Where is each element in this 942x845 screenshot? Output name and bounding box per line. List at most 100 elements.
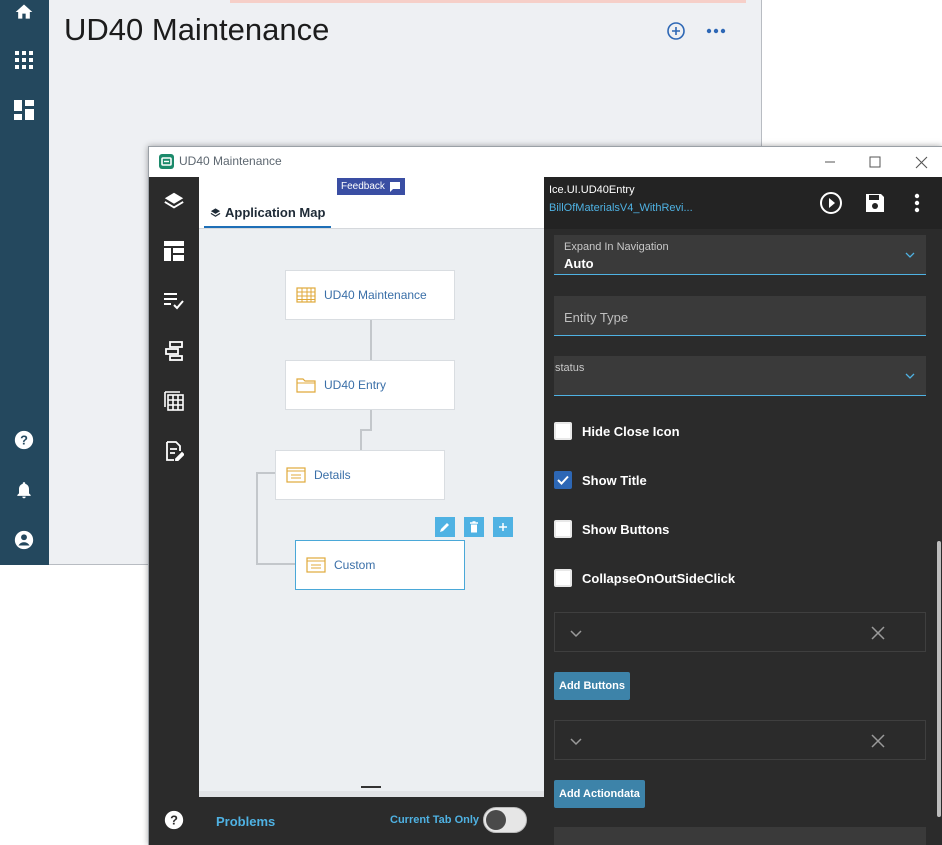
checkbox-label: Show Buttons (582, 521, 670, 537)
checklist-icon[interactable] (162, 289, 186, 313)
minimize-icon[interactable] (820, 152, 840, 172)
window-title: UD40 Maintenance (179, 154, 282, 168)
collapse-on-outside-click-checkbox[interactable]: CollapseOnOutSideClick (554, 569, 735, 587)
node-label: UD40 Entry (324, 378, 387, 392)
layout-icon[interactable] (162, 239, 186, 263)
field-label: Expand In Navigation (564, 241, 669, 253)
save-icon[interactable] (862, 190, 888, 216)
checkbox-label: Show Title (582, 472, 647, 488)
checkbox-box[interactable] (554, 422, 572, 440)
add-icon[interactable] (493, 517, 513, 537)
designer-window: UD40 Maintenance ? Feedback Application … (148, 146, 942, 845)
node-details[interactable]: Details (275, 450, 445, 500)
show-title-checkbox[interactable]: Show Title (554, 471, 647, 489)
connector (256, 563, 298, 565)
dataflow-icon[interactable] (162, 339, 186, 363)
current-tab-only-toggle[interactable] (483, 807, 527, 833)
comment-icon (389, 182, 400, 192)
chevron-down-icon (905, 252, 915, 258)
maximize-icon[interactable] (865, 152, 885, 172)
node-label: Details (314, 468, 351, 482)
chevron-down-icon (905, 373, 915, 379)
feedback-button[interactable]: Feedback (337, 178, 405, 195)
more-horizontal-icon[interactable] (705, 20, 727, 42)
add-buttons-button[interactable]: Add Buttons (554, 672, 630, 700)
node-ud40-entry[interactable]: UD40 Entry (285, 360, 455, 410)
node-label: Custom (334, 558, 376, 572)
folder-icon (296, 378, 316, 393)
edit-icon[interactable] (435, 517, 455, 537)
chevron-down-icon[interactable] (569, 734, 583, 748)
page-title: UD40 Maintenance (64, 12, 330, 47)
resize-handle[interactable] (361, 786, 381, 788)
checkbox-box[interactable] (554, 471, 572, 489)
close-icon[interactable] (911, 152, 931, 172)
window-titlebar: UD40 Maintenance (149, 147, 942, 177)
edit-document-icon[interactable] (162, 439, 186, 463)
check-icon (557, 475, 569, 485)
properties-scrollbar[interactable] (937, 541, 941, 817)
run-icon[interactable] (818, 190, 844, 216)
component-id: Ice.UI.UD40Entry (549, 184, 635, 196)
tab-application-map[interactable]: Application Map (204, 199, 332, 228)
node-ud40-maintenance[interactable]: UD40 Maintenance (285, 270, 455, 320)
apps-grid-icon[interactable] (12, 48, 36, 72)
map-header: Feedback Application Map (199, 177, 544, 229)
field-placeholder: Entity Type (564, 310, 629, 325)
more-vertical-icon[interactable] (904, 190, 930, 216)
delete-icon[interactable] (464, 517, 484, 537)
expand-in-navigation-select[interactable]: Expand In Navigation Auto (554, 235, 926, 275)
background-banner (230, 0, 746, 3)
layer-link[interactable]: BillOfMaterialsV4_WithRevi... (549, 202, 693, 214)
properties-panel: Ice.UI.UD40Entry BillOfMaterialsV4_WithR… (544, 177, 942, 845)
add-actiondata-button[interactable]: Add Actiondata (554, 780, 645, 808)
checkbox-box[interactable] (554, 520, 572, 538)
layers-icon[interactable] (162, 189, 186, 213)
checkbox-label: CollapseOnOutSideClick (582, 570, 736, 586)
buttons-list-row (554, 612, 926, 652)
app-logo-icon (159, 154, 174, 169)
entity-type-field[interactable]: Entity Type (554, 296, 926, 336)
application-map-panel: Feedback Application Map UD40 Maintenanc… (199, 177, 544, 845)
hide-close-icon-checkbox[interactable]: Hide Close Icon (554, 422, 680, 440)
field-value: Auto (564, 256, 594, 271)
next-field[interactable] (554, 827, 926, 845)
account-icon[interactable] (12, 528, 36, 552)
field-label: status (555, 362, 585, 374)
current-tab-only-label: Current Tab Only (390, 814, 480, 826)
toggle-knob (486, 810, 506, 830)
svg-text:?: ? (20, 433, 28, 448)
problems-bar: Problems Current Tab Only (199, 791, 544, 845)
connector (360, 429, 362, 451)
table-icon (296, 287, 316, 303)
status-select[interactable]: status (554, 356, 926, 396)
show-buttons-checkbox[interactable]: Show Buttons (554, 520, 669, 538)
layers-icon (210, 208, 221, 217)
checkbox-label: Hide Close Icon (582, 423, 680, 439)
close-icon[interactable] (871, 626, 885, 640)
connector (370, 319, 372, 361)
node-label: UD40 Maintenance (324, 288, 427, 302)
node-custom[interactable]: Custom (295, 540, 465, 590)
feedback-label: Feedback (341, 181, 385, 192)
connector (370, 409, 372, 431)
actiondata-list-row (554, 720, 926, 760)
grid-table-icon[interactable] (162, 389, 186, 413)
close-icon[interactable] (871, 734, 885, 748)
tab-application-map-label: Application Map (225, 205, 326, 220)
svg-text:?: ? (170, 813, 178, 828)
notifications-icon[interactable] (12, 478, 36, 502)
help-icon[interactable]: ? (12, 428, 36, 452)
properties-header: Ice.UI.UD40Entry BillOfMaterialsV4_WithR… (544, 177, 942, 229)
problems-tab[interactable]: Problems (216, 814, 275, 829)
background-nav: ? (0, 0, 49, 565)
checkbox-box[interactable] (554, 569, 572, 587)
panel-icon (306, 557, 326, 573)
connector (256, 472, 258, 565)
chevron-down-icon[interactable] (569, 626, 583, 640)
dashboard-icon[interactable] (12, 98, 36, 122)
add-circle-icon[interactable] (665, 20, 687, 42)
panel-icon (286, 467, 306, 483)
help-icon[interactable]: ? (162, 808, 186, 832)
home-icon[interactable] (12, 0, 36, 24)
